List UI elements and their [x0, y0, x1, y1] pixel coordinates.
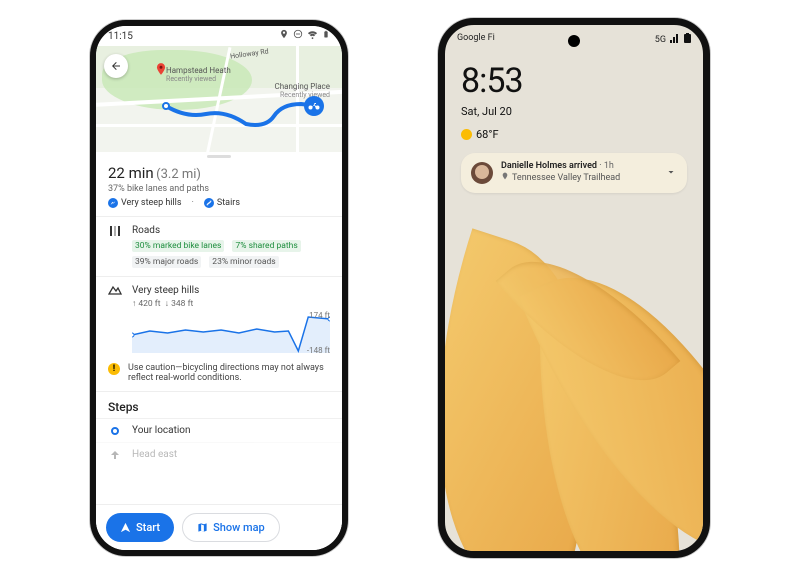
signal-icon [670, 34, 680, 46]
bike-lane-pct: 37% bike lanes and paths [108, 184, 330, 194]
step-next-label: Head east [132, 449, 177, 460]
navigate-icon [120, 522, 131, 533]
notification-card[interactable]: Danielle Holmes arrived · 1h Tennessee V… [461, 153, 687, 193]
hills-icon [108, 198, 118, 208]
directions-sheet: 22 min (3.2 mi) 37% bike lanes and paths… [96, 152, 342, 550]
caution-text: Use caution—bicycling directions may not… [128, 363, 330, 383]
origin-marker [162, 102, 170, 110]
destination-marker [304, 96, 324, 116]
tag-steep-hills: Very steep hills [108, 198, 182, 208]
dnd-icon [293, 29, 303, 43]
distance: (3.2 mi) [156, 167, 201, 182]
notif-title: Danielle Holmes arrived [501, 161, 597, 171]
chip-shared-paths: 7% shared paths [232, 240, 300, 252]
location-pin-icon [501, 172, 509, 184]
map-icon [197, 522, 208, 533]
roads-section: Roads 30% marked bike lanes 7% shared pa… [96, 217, 342, 277]
action-bar: Start Show map [96, 504, 342, 550]
roads-icon [108, 225, 122, 268]
origin-dot-icon [111, 427, 119, 435]
roads-title: Roads [132, 225, 330, 236]
elevation-title: Very steep hills [132, 285, 330, 296]
start-button[interactable]: Start [106, 513, 174, 542]
sun-icon [461, 129, 472, 140]
status-icons [279, 29, 330, 43]
chip-major-roads: 39% major roads [132, 256, 201, 268]
caution-banner: ! Use caution—bicycling directions may n… [96, 355, 342, 392]
elevation-chart: 174 ft -148 ft [132, 313, 330, 353]
chevron-down-icon [665, 166, 677, 178]
lock-date: Sat, Jul 20 [461, 105, 687, 118]
step-origin-label: Your location [132, 425, 191, 436]
temperature: 68°F [476, 128, 499, 141]
lockscreen-phone: Google Fi 5G 8:53 Sat, Jul 20 68°F Danie… [438, 18, 710, 558]
wifi-icon [307, 29, 318, 43]
notif-time: · 1h [599, 161, 614, 171]
step-next[interactable]: Head east [96, 442, 342, 466]
stairs-icon [204, 198, 214, 208]
show-map-button[interactable]: Show map [182, 513, 280, 542]
battery-icon [684, 33, 691, 46]
chip-minor-roads: 23% minor roads [209, 256, 278, 268]
lock-clock: 8:53 [461, 61, 687, 101]
avatar [471, 162, 493, 184]
lock-content: 8:53 Sat, Jul 20 68°F Danielle Holmes ar… [461, 61, 687, 193]
expand-button[interactable] [665, 163, 677, 182]
elev-max: 174 ft [309, 311, 330, 320]
duration: 22 min [108, 164, 154, 182]
status-bar: 11:15 [96, 26, 342, 46]
warning-icon: ! [108, 363, 120, 375]
notif-sub: Tennessee Valley Trailhead [512, 173, 620, 184]
step-origin[interactable]: Your location [96, 418, 342, 442]
route-summary: 22 min (3.2 mi) 37% bike lanes and paths… [96, 158, 342, 217]
map-preview[interactable]: Holloway Rd Hampstead Heath Recently vie… [96, 46, 342, 166]
battery-icon [322, 29, 330, 43]
location-icon [279, 29, 289, 43]
elev-down: ↓ 348 ft [165, 299, 194, 309]
maps-phone: 11:15 Holloway Rd Hampstead Heath Recent… [90, 20, 348, 556]
arrow-up-icon [108, 450, 122, 460]
back-button[interactable] [104, 54, 128, 78]
elev-min: -148 ft [307, 346, 330, 355]
status-time: 11:15 [108, 31, 133, 42]
elev-up: ↑ 420 ft [132, 299, 161, 309]
steps-header: Steps [96, 392, 342, 418]
tag-stairs: Stairs [204, 198, 240, 208]
network-label: 5G [655, 35, 666, 45]
carrier-label: Google Fi [457, 33, 495, 46]
elevation-section: Very steep hills ↑ 420 ft ↓ 348 ft 174 f… [96, 277, 342, 355]
bike-icon [308, 100, 320, 112]
arrow-left-icon [110, 60, 122, 72]
front-camera [568, 35, 580, 47]
chip-bike-lanes: 30% marked bike lanes [132, 240, 224, 252]
mountain-icon [108, 285, 122, 309]
weather-widget[interactable]: 68°F [461, 128, 687, 141]
